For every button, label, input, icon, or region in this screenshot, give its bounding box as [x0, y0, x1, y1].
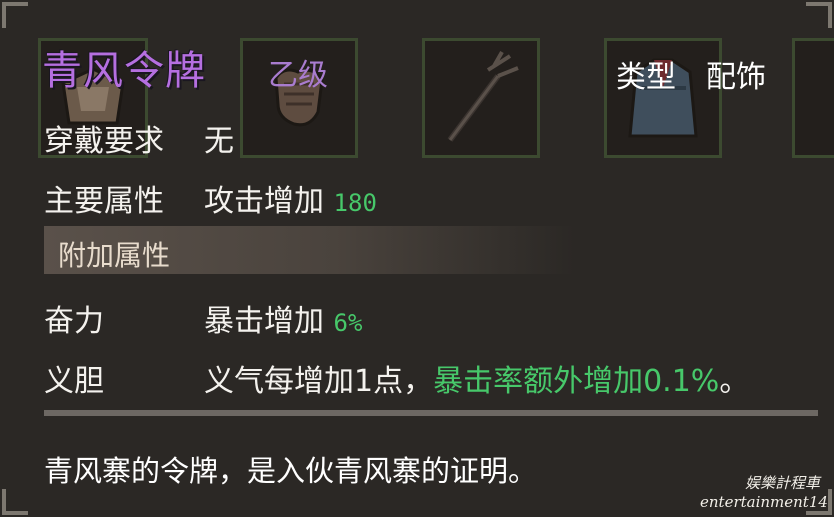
extra-attr-text: 义气每增加1点，	[204, 364, 434, 399]
item-grade: 乙级	[268, 58, 328, 93]
main-attr-text: 攻击增加	[204, 184, 324, 219]
frame-corner-top-right	[806, 2, 832, 28]
equipment-slot-weapon[interactable]	[422, 38, 540, 158]
trident-icon	[447, 51, 519, 142]
extra-attr-label: 奋力	[44, 304, 104, 339]
item-tooltip-panel: 青风令牌 乙级 类型 配饰 穿戴要求 无 主要属性 攻击增加 180 附加属性 …	[0, 0, 834, 517]
requirement-label: 穿戴要求	[44, 124, 164, 159]
extra-attr-value: 义气每增加1点，暴击率额外增加0.1%。	[204, 356, 749, 400]
extra-attr-bonus: 暴击率额外增加0.1%	[433, 364, 720, 399]
requirement-value: 无	[204, 124, 234, 159]
extra-attr-number: 6%	[333, 309, 363, 337]
extra-attr-tail: 。	[719, 364, 750, 399]
main-attr-value: 攻击增加 180	[204, 176, 377, 220]
watermark: 娱樂計程車 entertainment14	[700, 474, 828, 512]
equipment-slot-extra[interactable]	[792, 38, 834, 158]
main-attr-label: 主要属性	[44, 184, 164, 219]
extra-attr-label: 义胆	[44, 364, 104, 399]
item-type-label: 类型	[616, 60, 676, 95]
item-description: 青风寨的令牌，是入伙青风寨的证明。	[44, 454, 538, 488]
watermark-line1: 娱樂計程車	[744, 474, 820, 492]
watermark-line2: entertainment14	[700, 493, 828, 511]
frame-corner-top-left	[2, 2, 28, 28]
extra-attr-value: 暴击增加 6%	[204, 296, 362, 340]
extra-attr-section-label: 附加属性	[58, 239, 171, 272]
item-type-value: 配饰	[706, 60, 766, 95]
frame-corner-bottom-left	[2, 489, 28, 515]
divider	[44, 410, 818, 416]
item-name: 青风令牌	[42, 48, 206, 94]
extra-attr-text: 暴击增加	[204, 304, 324, 339]
main-attr-number: 180	[333, 189, 377, 217]
